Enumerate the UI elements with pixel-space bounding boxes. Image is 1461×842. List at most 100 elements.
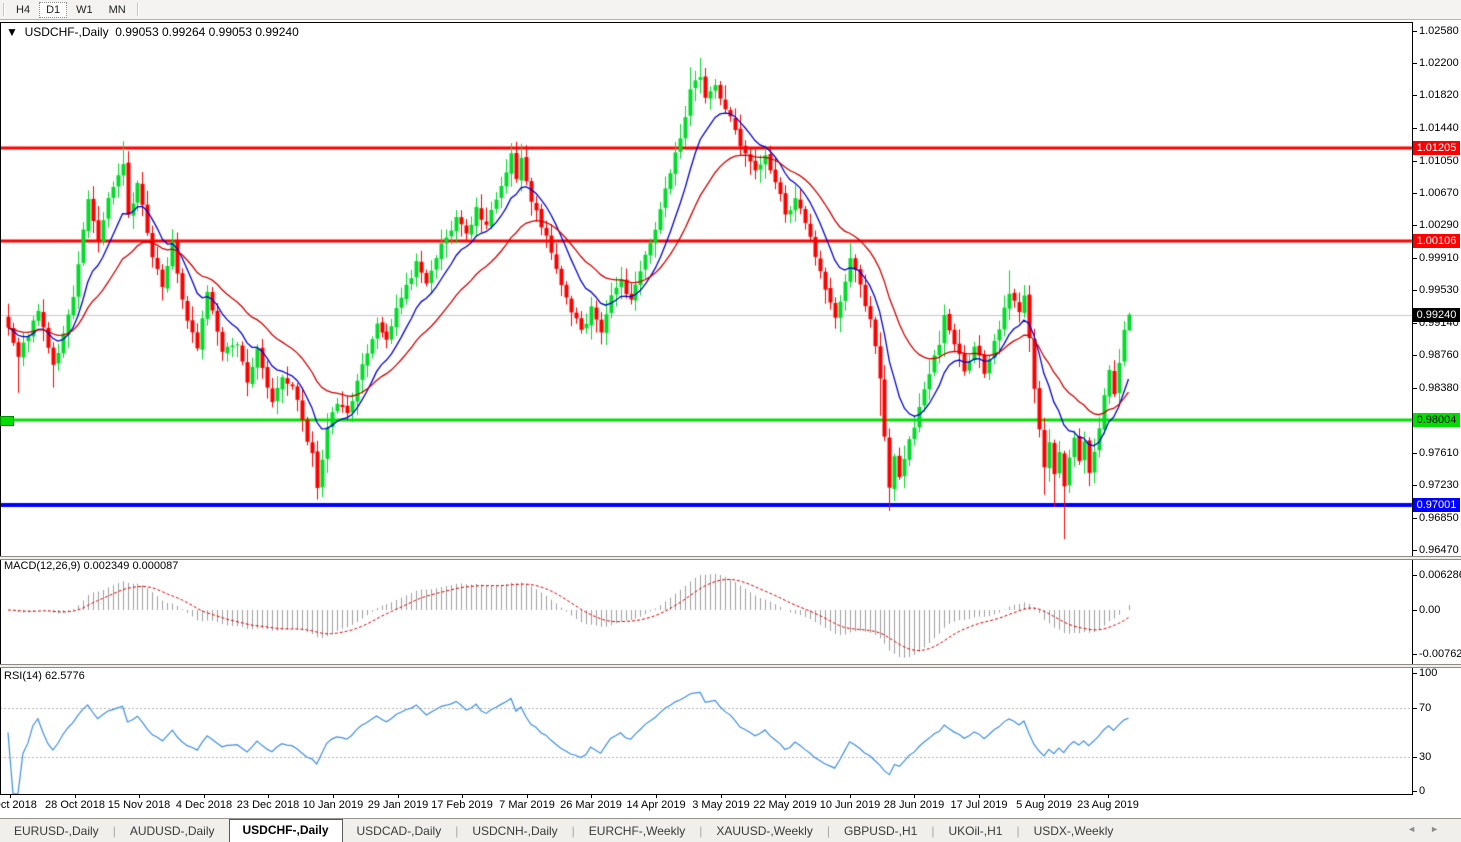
axis-tick-mark — [1413, 388, 1417, 389]
rsi-axis-label: 30 — [1419, 751, 1431, 764]
price-axis-label: 1.00670 — [1419, 187, 1459, 200]
date-axis-label: 3 May 2019 — [692, 799, 749, 811]
timeframe-button-mn[interactable]: MN — [102, 2, 133, 18]
symbol-tab-usdx[interactable]: USDX-,Weekly — [1020, 821, 1128, 842]
date-tick-mark — [139, 794, 140, 798]
date-tick-mark — [10, 794, 11, 798]
date-tick-mark — [785, 794, 786, 798]
symbol-tab-xauusd[interactable]: XAUUSD-,Weekly — [702, 821, 826, 842]
date-axis-label: 9 Oct 2018 — [0, 799, 37, 811]
chart-frame-left — [0, 22, 1, 794]
price-chart-canvas[interactable] — [0, 22, 1413, 794]
date-axis-label: 17 Jul 2019 — [951, 799, 1008, 811]
timeframe-toolbar: H4D1W1MN — [0, 0, 1461, 20]
tab-scroll-arrows: ◄► — [1407, 824, 1453, 834]
chart-frame-bottom — [0, 794, 1413, 795]
axis-tick-mark — [1413, 128, 1417, 129]
axis-tick-mark — [1413, 63, 1417, 64]
symbol-tab-gbpusd[interactable]: GBPUSD-,H1 — [830, 821, 931, 842]
price-axis-label: 0.97230 — [1419, 479, 1459, 492]
axis-tick-mark — [1413, 453, 1417, 454]
axis-tick-mark — [1413, 258, 1417, 259]
date-tick-mark — [462, 794, 463, 798]
price-axis-label: 0.99910 — [1419, 252, 1459, 265]
price-axis-label: 1.01440 — [1419, 122, 1459, 135]
axis-tick-mark — [1413, 654, 1417, 655]
date-tick-mark — [656, 794, 657, 798]
current-price-badge: 0.99240 — [1413, 308, 1460, 322]
price-axis-label: 0.99530 — [1419, 284, 1459, 297]
date-axis-label: 10 Jun 2019 — [820, 799, 881, 811]
axis-tick-mark — [1413, 355, 1417, 356]
symbol-tab-audusd[interactable]: AUDUSD-,Daily — [116, 821, 229, 842]
price-axis-label: 0.96850 — [1419, 512, 1459, 525]
rsi-axis-label: 70 — [1419, 702, 1431, 715]
timeframe-button-d1[interactable]: D1 — [39, 2, 67, 18]
date-axis-label: 5 Aug 2019 — [1016, 799, 1072, 811]
axis-tick-mark — [1413, 31, 1417, 32]
axis-tick-mark — [1413, 485, 1417, 486]
date-axis-label: 22 May 2019 — [753, 799, 817, 811]
toolbar-divider — [3, 3, 5, 16]
symbol-tab-usdcad[interactable]: USDCAD-,Daily — [343, 821, 456, 842]
date-tick-mark — [721, 794, 722, 798]
axis-tick-mark — [1413, 290, 1417, 291]
price-axis-label: 1.01050 — [1419, 155, 1459, 168]
symbol-tab-ukoil[interactable]: UKOil-,H1 — [934, 821, 1016, 842]
chart-tabbar: EURUSD-,Daily|AUDUSD-,DailyUSDCHF-,Daily… — [0, 818, 1461, 842]
date-tick-mark — [527, 794, 528, 798]
axis-tick-mark — [1413, 518, 1417, 519]
macd-axis-label: 0.006286 — [1419, 569, 1461, 582]
chart-dropdown-icon[interactable]: ▼ — [6, 25, 18, 39]
axis-tick-mark — [1413, 610, 1417, 611]
support-line-handle[interactable] — [0, 416, 14, 426]
symbol-tab-eurusd[interactable]: EURUSD-,Daily — [0, 821, 113, 842]
macd-axis-label: 0.00 — [1419, 604, 1440, 617]
date-axis-label: 10 Jan 2019 — [303, 799, 364, 811]
timeframe-buttons: H4D1W1MN — [8, 2, 134, 18]
resistance-lower-price-badge: 1.00106 — [1413, 234, 1460, 248]
tab-prev-icon[interactable]: ◄ — [1407, 824, 1430, 834]
axis-tick-mark — [1413, 550, 1417, 551]
axis-tick-mark — [1413, 323, 1417, 324]
date-tick-mark — [268, 794, 269, 798]
date-axis-label: 14 Apr 2019 — [626, 799, 685, 811]
axis-tick-mark — [1413, 791, 1417, 792]
date-tick-mark — [979, 794, 980, 798]
date-tick-mark — [75, 794, 76, 798]
timeframe-button-w1[interactable]: W1 — [69, 2, 100, 18]
axis-tick-mark — [1413, 225, 1417, 226]
chart-frame-right — [1412, 22, 1413, 795]
date-axis-label: 29 Jan 2019 — [368, 799, 429, 811]
resistance-upper-price-badge: 1.01205 — [1413, 141, 1460, 155]
date-tick-mark — [850, 794, 851, 798]
price-axis-label: 1.00290 — [1419, 219, 1459, 232]
price-axis-label: 0.96470 — [1419, 544, 1459, 557]
date-axis-label: 17 Feb 2019 — [431, 799, 493, 811]
price-axis-label: 1.02200 — [1419, 57, 1459, 70]
macd-axis-label: -0.00762 — [1419, 648, 1461, 661]
symbol-tab-usdcnh[interactable]: USDCNH-,Daily — [458, 821, 571, 842]
symbol-tab-usdchf[interactable]: USDCHF-,Daily — [229, 819, 343, 842]
axis-tick-mark — [1413, 757, 1417, 758]
axis-tick-mark — [1413, 673, 1417, 674]
price-axis-label: 0.97610 — [1419, 447, 1459, 460]
axis-tick-mark — [1413, 161, 1417, 162]
tab-next-icon[interactable]: ► — [1430, 824, 1453, 834]
pane-separator-macd[interactable] — [0, 556, 1461, 560]
axis-tick-mark — [1413, 575, 1417, 576]
date-axis-label: 26 Mar 2019 — [560, 799, 622, 811]
macd-label: MACD(12,26,9) 0.002349 0.000087 — [4, 560, 178, 572]
chart-symbol-label: USDCHF-,Daily — [25, 25, 109, 39]
support-green-price-badge: 0.98004 — [1413, 413, 1460, 427]
axis-tick-mark — [1413, 95, 1417, 96]
price-axis-label: 1.01820 — [1419, 89, 1459, 102]
timeframe-button-h4[interactable]: H4 — [9, 2, 37, 18]
price-axis-label: 0.98380 — [1419, 382, 1459, 395]
symbol-tab-eurchf[interactable]: EURCHF-,Weekly — [575, 821, 699, 842]
pane-separator-rsi[interactable] — [0, 664, 1461, 668]
price-axis-label: 1.02580 — [1419, 25, 1459, 38]
date-tick-mark — [333, 794, 334, 798]
chart-frame-top — [0, 22, 1413, 23]
date-tick-mark — [591, 794, 592, 798]
